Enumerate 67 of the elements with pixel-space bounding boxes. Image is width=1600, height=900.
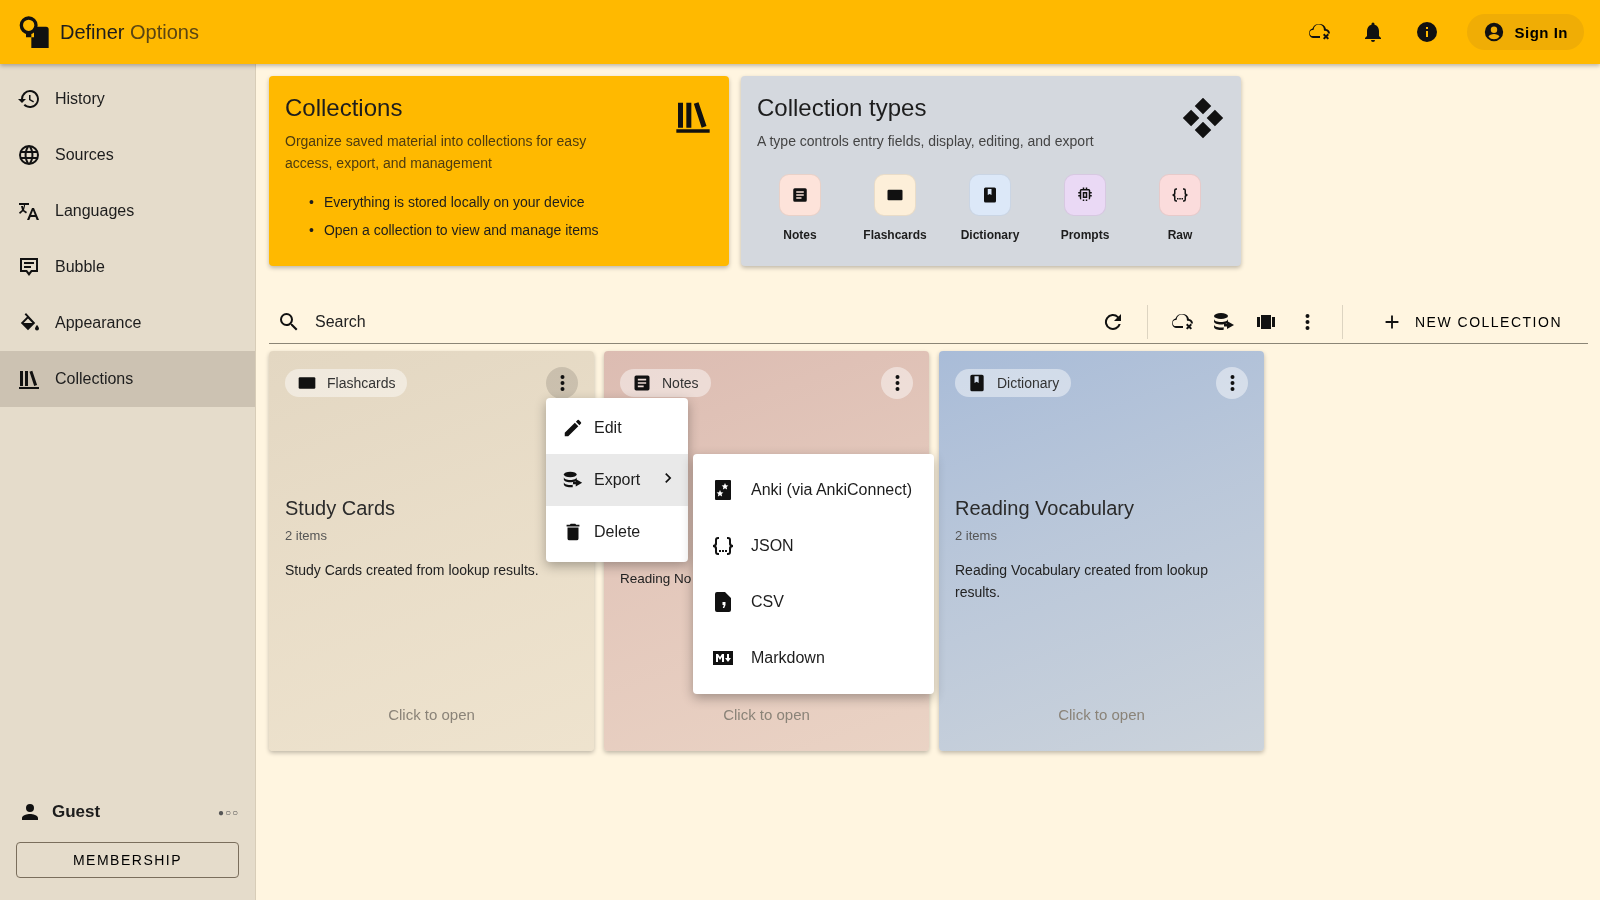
type-chip: Dictionary [955,369,1072,397]
user-name: Guest [52,802,102,822]
item-count: 2 items [285,528,328,543]
book-icon [967,373,987,393]
type-label: Flashcards [863,228,927,242]
item-count: 2 items [955,528,998,543]
more-button[interactable] [546,367,578,399]
more-icon [559,374,565,392]
card-title: Collection types [757,94,927,122]
type-chip: Notes [620,369,711,397]
more-icon [1305,312,1311,331]
chip-icon [1076,186,1094,204]
note-icon [791,186,809,204]
braces-icon [1171,186,1189,204]
book-icon [981,186,999,204]
collection-description: Reading No [620,570,692,588]
menu-item[interactable]: Export [546,454,688,506]
sidebar-item[interactable]: Sources [0,127,255,183]
more-button[interactable] [881,367,913,399]
type-label: Raw [1167,228,1193,242]
menu-item[interactable]: Anki (via AnkiConnect) [693,462,934,518]
logo-icon [18,16,50,48]
menu-item[interactable]: CSV [693,574,934,630]
open-hint: Click to open [722,706,811,723]
pencil-icon [562,417,584,439]
card-title: Collections [285,94,403,122]
app-title: Definer Options [60,20,199,44]
note-icon [632,373,652,393]
bullet-text: Everything is stored locally on your device [323,193,585,212]
new-collection-button[interactable]: NEW COLLECTION [1363,310,1580,333]
more-icon [894,374,900,392]
bullet-text: Open a collection to view and manage items [323,221,599,240]
diamonds-icon [1181,96,1225,140]
collection-title: Reading Vocabulary [955,497,1135,520]
menu-item[interactable]: Markdown [693,630,934,686]
collection-card[interactable]: Dictionary Reading Vocabulary 2 items Reading Vocabulary created from lookup results. Click to open [939,351,1264,751]
account-icon [1482,21,1505,43]
sidebar-item[interactable]: History [0,71,255,127]
sidebar-item[interactable]: Collections [0,351,255,407]
search-field[interactable]: Search [313,311,613,332]
more-button[interactable] [1216,367,1248,399]
more-icon [1229,374,1235,392]
open-hint: Click to open [1057,706,1146,723]
collection-title: Study Cards [285,497,397,520]
sidebar-item[interactable]: Bubble [0,239,255,295]
braces-icon [711,534,735,558]
info-icon [1414,20,1439,44]
card-description: A type controls entry fields, display, editing, and export [757,132,1095,151]
menu-item[interactable]: JSON [693,518,934,574]
tier-indicator: ●○○ [217,806,239,818]
globe-icon [17,143,41,167]
bullet-marker: • [309,221,314,240]
type-chip: Flashcards [285,369,408,397]
bullet-marker: • [309,193,314,212]
type-label: Prompts [1060,228,1110,242]
type-label: Dictionary [960,228,1020,242]
sidebar-item[interactable]: Appearance [0,295,255,351]
type-label: Notes [783,228,817,242]
open-hint: Click to open [387,706,476,723]
sign-in-button[interactable]: Sign In [1466,14,1584,50]
history-icon [17,87,41,111]
collection-card[interactable]: Flashcards Study Cards 2 items Study Cards created from lookup results. Click to open [269,351,594,751]
membership-button[interactable]: MEMBERSHIP [16,842,239,878]
collection-description: Study Cards created from lookup results. [285,561,540,580]
card-description: Organize saved material into collections for easy access, export, and management [285,132,588,173]
sidebar-item[interactable]: Languages [0,183,255,239]
collection-description: Reading Vocabulary created from lookup results. [955,561,1209,602]
